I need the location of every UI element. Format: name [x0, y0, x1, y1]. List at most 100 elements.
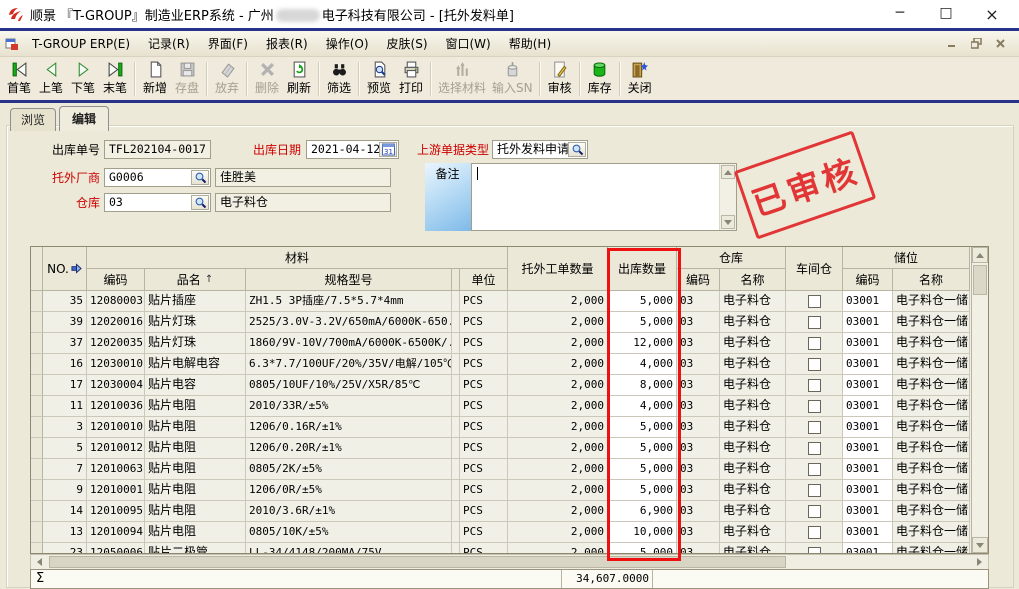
warehouse-code-field[interactable]: 03 — [104, 193, 211, 212]
cell-wh-name[interactable]: 电子料仓 — [720, 501, 786, 522]
workshop-checkbox[interactable] — [808, 316, 821, 329]
maximize-button[interactable]: □ — [935, 5, 957, 24]
cell-wh-code[interactable]: 03 — [677, 291, 720, 312]
cell-wh-name[interactable]: 电子料仓 — [720, 396, 786, 417]
cell-unit[interactable]: PCS — [460, 375, 508, 396]
cell-order-qty[interactable]: 2,000 — [508, 291, 608, 312]
cell-out-qty[interactable]: 10,000 — [608, 522, 677, 543]
cell-spec[interactable]: ZH1.5 3P插座/7.5*5.7*4mm — [246, 291, 452, 312]
cell-wh-name[interactable]: 电子料仓 — [720, 417, 786, 438]
cell-order-qty[interactable]: 2,000 — [508, 417, 608, 438]
cell-spec[interactable]: 0805/10UF/10%/25V/X5R/85℃ — [246, 375, 452, 396]
table-row[interactable]: 37 12020035 贴片灯珠 1860/9V-10V/700mA/6000K… — [31, 333, 971, 354]
cell-loc-name[interactable]: 电子料仓一储 — [893, 522, 970, 543]
cell-spec[interactable]: 2010/3.6R/±1% — [246, 501, 452, 522]
cell-narrow[interactable] — [452, 333, 460, 354]
workshop-checkbox[interactable] — [808, 379, 821, 392]
cell-order-qty[interactable]: 2,000 — [508, 354, 608, 375]
remark-textarea[interactable] — [471, 163, 737, 231]
workshop-checkbox[interactable] — [808, 442, 821, 455]
cell-loc-name[interactable]: 电子料仓一储 — [893, 291, 970, 312]
cell-spec[interactable]: 1206/0.20R/±1% — [246, 438, 452, 459]
row-indicator[interactable] — [31, 396, 43, 417]
last-record-button[interactable]: 末笔 — [99, 59, 131, 99]
menu-item-window[interactable]: 窗口(W) — [437, 32, 500, 55]
cell-out-qty[interactable]: 5,000 — [608, 543, 677, 553]
calendar-button[interactable]: 31 — [379, 142, 397, 157]
stock-button[interactable]: 库存 — [584, 59, 616, 99]
cell-wh-code[interactable]: 03 — [677, 312, 720, 333]
cell-name[interactable]: 贴片电容 — [145, 375, 246, 396]
scroll-up-button[interactable] — [972, 247, 988, 263]
cell-name[interactable]: 贴片电阻 — [145, 459, 246, 480]
cell-no[interactable]: 7 — [43, 459, 87, 480]
cell-order-qty[interactable]: 2,000 — [508, 333, 608, 354]
cell-loc-code[interactable]: 03001 — [843, 438, 893, 459]
cell-no[interactable]: 3 — [43, 417, 87, 438]
tab-browse[interactable]: 浏览 — [10, 108, 56, 131]
cell-narrow[interactable] — [452, 312, 460, 333]
cell-name[interactable]: 贴片灯珠 — [145, 333, 246, 354]
cell-wh-code[interactable]: 03 — [677, 417, 720, 438]
cell-code[interactable]: 12020016 — [87, 312, 145, 333]
row-indicator[interactable] — [31, 501, 43, 522]
cell-unit[interactable]: PCS — [460, 480, 508, 501]
cell-wh-code[interactable]: 03 — [677, 333, 720, 354]
scroll-left-button[interactable] — [32, 556, 47, 568]
cell-unit[interactable]: PCS — [460, 333, 508, 354]
workshop-checkbox[interactable] — [808, 421, 821, 434]
table-row[interactable]: 16 12030010 贴片电解电容 6.3*7.7/100UF/20%/35V… — [31, 354, 971, 375]
cell-name[interactable]: 贴片电解电容 — [145, 354, 246, 375]
cell-spec[interactable]: LL-34/4148/200MA/75V — [246, 543, 452, 553]
menu-item-erp[interactable]: T-GROUP ERP(E) — [23, 34, 139, 54]
col-header-name[interactable]: 品名↑ — [145, 269, 246, 291]
cell-loc-code[interactable]: 03001 — [843, 522, 893, 543]
cell-code[interactable]: 12030010 — [87, 354, 145, 375]
lookup-button[interactable] — [191, 195, 209, 210]
cell-no[interactable]: 35 — [43, 291, 87, 312]
cell-loc-name[interactable]: 电子料仓一储 — [893, 333, 970, 354]
cell-loc-name[interactable]: 电子料仓一储 — [893, 396, 970, 417]
cell-order-qty[interactable]: 2,000 — [508, 459, 608, 480]
next-record-button[interactable]: 下笔 — [67, 59, 99, 99]
cell-loc-code[interactable]: 03001 — [843, 417, 893, 438]
cell-code[interactable]: 12010095 — [87, 501, 145, 522]
menu-item-operations[interactable]: 操作(O) — [317, 32, 378, 55]
menu-item-skins[interactable]: 皮肤(S) — [378, 32, 437, 55]
horizontal-scrollbar[interactable] — [30, 554, 989, 570]
mdi-restore-button[interactable] — [969, 37, 984, 50]
cell-code[interactable]: 12010063 — [87, 459, 145, 480]
cell-out-qty[interactable]: 4,000 — [608, 354, 677, 375]
cell-out-qty[interactable]: 12,000 — [608, 333, 677, 354]
cell-narrow[interactable] — [452, 375, 460, 396]
cell-code[interactable]: 12010012 — [87, 438, 145, 459]
scroll-right-button[interactable] — [972, 556, 987, 568]
preview-button[interactable]: 预览 — [363, 59, 395, 99]
col-header-out-qty[interactable]: 出库数量 — [608, 247, 677, 291]
cell-no[interactable]: 13 — [43, 522, 87, 543]
cell-order-qty[interactable]: 2,000 — [508, 522, 608, 543]
col-header-narrow[interactable] — [452, 269, 460, 291]
table-row[interactable]: 35 12080003 贴片插座 ZH1.5 3P插座/7.5*5.7*4mm … — [31, 291, 971, 312]
cell-wh-name[interactable]: 电子料仓 — [720, 354, 786, 375]
cell-unit[interactable]: PCS — [460, 396, 508, 417]
refresh-button[interactable]: 刷新 — [283, 59, 315, 99]
table-row[interactable]: 5 12010012 贴片电阻 1206/0.20R/±1% PCS 2,000… — [31, 438, 971, 459]
menu-item-interface[interactable]: 界面(F) — [199, 32, 257, 55]
scroll-down-button[interactable] — [721, 215, 735, 229]
row-indicator[interactable] — [31, 459, 43, 480]
table-row[interactable]: 7 12010063 贴片电阻 0805/2K/±5% PCS 2,000 5,… — [31, 459, 971, 480]
select-material-button[interactable]: 选择材料 — [435, 59, 489, 99]
cell-loc-code[interactable]: 03001 — [843, 375, 893, 396]
print-button[interactable]: 打印 — [395, 59, 427, 99]
cell-order-qty[interactable]: 2,000 — [508, 543, 608, 553]
cell-spec[interactable]: 2010/33R/±5% — [246, 396, 452, 417]
cell-narrow[interactable] — [452, 480, 460, 501]
cell-loc-name[interactable]: 电子料仓一储 — [893, 375, 970, 396]
col-header-workshop[interactable]: 车间仓 — [786, 247, 843, 291]
cell-narrow[interactable] — [452, 501, 460, 522]
cell-unit[interactable]: PCS — [460, 543, 508, 553]
first-record-button[interactable]: 首笔 — [3, 59, 35, 99]
cell-wh-name[interactable]: 电子料仓 — [720, 438, 786, 459]
col-header-unit[interactable]: 单位 — [460, 269, 508, 291]
